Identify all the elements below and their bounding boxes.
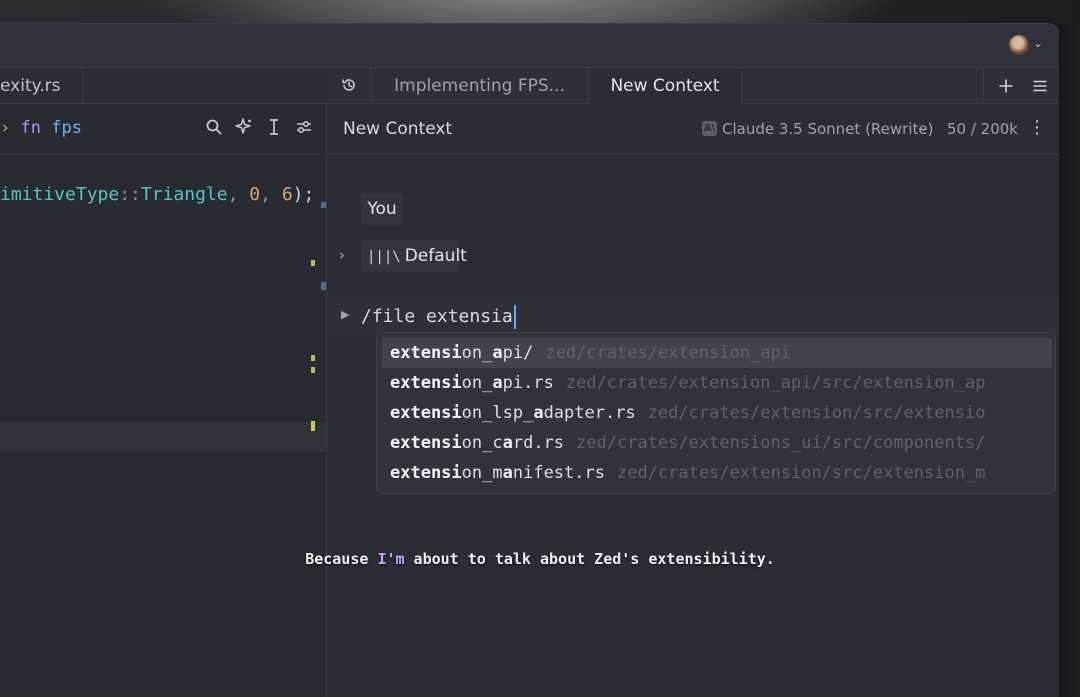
tab-new-context[interactable]: New Context bbox=[589, 68, 742, 105]
message-input-line[interactable]: ▶ /file extensia bbox=[328, 301, 1059, 333]
context-title: New Context bbox=[343, 119, 453, 139]
code-variant: Triangle bbox=[140, 184, 228, 205]
code-number: 0 bbox=[249, 184, 261, 205]
code-line[interactable]: imitiveType::Triangle, 0, 6); bbox=[0, 184, 314, 205]
input-text: /file extensia bbox=[361, 306, 513, 327]
completion-path: zed/crates/extensions_ui/src/components/ bbox=[576, 433, 986, 453]
chevron-right-icon[interactable]: › bbox=[339, 246, 345, 264]
tab-implementing-fps[interactable]: Implementing FPS... bbox=[371, 68, 589, 104]
history-icon bbox=[341, 76, 357, 96]
code-type: imitiveType bbox=[0, 184, 120, 205]
breadcrumb-keyword: fn bbox=[20, 118, 41, 138]
search-icon[interactable] bbox=[204, 118, 224, 138]
editor-tab-bar: exity.rs bbox=[0, 68, 327, 104]
sparkle-icon[interactable] bbox=[234, 118, 254, 138]
completion-item[interactable]: extension_api/zed/crates/extension_api bbox=[382, 338, 1052, 368]
completion-item[interactable]: extension_card.rs zed/crates/extensions_u… bbox=[382, 428, 1052, 458]
breadcrumb[interactable]: › fn fps bbox=[0, 118, 82, 138]
tab-label: exity.rs bbox=[0, 76, 61, 96]
completion-item[interactable]: extension_api.rs zed/crates/extension_api… bbox=[382, 368, 1052, 398]
completion-path: zed/crates/extension_api/src/extension_a… bbox=[565, 373, 986, 393]
code-number: 6 bbox=[281, 184, 293, 205]
git-added-marker bbox=[311, 260, 315, 266]
code-comma: , bbox=[227, 184, 250, 205]
triangle-right-icon: ▶ bbox=[341, 308, 350, 321]
divider bbox=[983, 68, 984, 104]
prompt-library-row: › |||\ Default bbox=[328, 240, 628, 272]
code-tail: ); bbox=[292, 184, 315, 205]
editor-pane: exity.rs › fn fps imitiveType::Triangle,… bbox=[0, 68, 327, 697]
context-header: New Context A\ Claude 3.5 Sonnet (Rewrit… bbox=[328, 104, 1059, 155]
code-path-sep: :: bbox=[119, 184, 141, 205]
git-added-marker bbox=[311, 367, 315, 373]
caption-text: about to talk about Zed's extensibility. bbox=[404, 550, 775, 568]
anthropic-icon: A\ bbox=[702, 121, 717, 136]
tab-file[interactable]: exity.rs bbox=[0, 68, 83, 104]
completion-item[interactable]: extension_manifest.rs zed/crates/extensio… bbox=[382, 458, 1052, 488]
git-added-marker bbox=[311, 355, 315, 361]
prompt-library-label: Default bbox=[404, 246, 467, 266]
scrollbar-marker bbox=[321, 202, 326, 208]
library-icon: |||\ bbox=[367, 249, 401, 265]
new-context-button[interactable] bbox=[988, 68, 1023, 104]
menu-button[interactable] bbox=[1022, 68, 1057, 104]
video-caption: Because I'm about to talk about Zed's ex… bbox=[0, 550, 1080, 568]
sliders-icon[interactable] bbox=[294, 118, 314, 138]
editor-window: ⌄ exity.rs › fn fps imitiveType::Triangl… bbox=[0, 24, 1059, 697]
token-count: 50 / 200k bbox=[947, 120, 1018, 138]
title-bar: ⌄ bbox=[0, 24, 1059, 68]
text-cursor-icon[interactable] bbox=[264, 118, 284, 138]
backdrop-edge bbox=[1059, 24, 1080, 697]
role-label[interactable]: You bbox=[361, 193, 403, 225]
completion-path: zed/crates/extension_api bbox=[545, 343, 791, 363]
hamburger-icon bbox=[1033, 80, 1046, 92]
text-cursor bbox=[513, 305, 516, 329]
editor-toolbar: › fn fps bbox=[0, 104, 327, 155]
history-button[interactable] bbox=[328, 68, 371, 104]
caption-highlight: I'm bbox=[377, 550, 405, 568]
message-input[interactable]: /file extensia bbox=[361, 305, 516, 329]
more-options-icon[interactable]: ⋮ bbox=[1028, 117, 1046, 138]
chevron-down-icon[interactable]: ⌄ bbox=[1033, 36, 1043, 50]
git-modified-marker bbox=[311, 421, 315, 431]
completion-menu: extension_api/zed/crates/extension_api e… bbox=[376, 332, 1056, 494]
completion-path: zed/crates/extension/src/extension_m bbox=[616, 463, 986, 483]
completion-item[interactable]: extension_lsp_adapter.rs zed/crates/exten… bbox=[382, 398, 1052, 428]
completion-path: zed/crates/extension/src/extensio bbox=[647, 403, 986, 423]
prompt-library-chip[interactable]: |||\ Default bbox=[361, 240, 467, 272]
breadcrumb-prefix: › bbox=[0, 118, 11, 138]
model-selector[interactable]: Claude 3.5 Sonnet (Rewrite) bbox=[722, 120, 933, 138]
caption-text: Because bbox=[305, 550, 378, 568]
assistant-panel: Implementing FPS... New Context New Cont… bbox=[328, 68, 1059, 697]
active-line-highlight bbox=[0, 422, 326, 452]
plus-icon bbox=[999, 79, 1012, 93]
scrollbar-marker bbox=[321, 282, 326, 290]
chevron-down-icon[interactable]: ⌄ bbox=[918, 120, 928, 134]
breadcrumb-function: fps bbox=[51, 118, 82, 138]
user-avatar[interactable] bbox=[1009, 35, 1029, 55]
assistant-tab-bar: Implementing FPS... New Context bbox=[328, 68, 1059, 105]
code-comma: , bbox=[260, 184, 282, 205]
